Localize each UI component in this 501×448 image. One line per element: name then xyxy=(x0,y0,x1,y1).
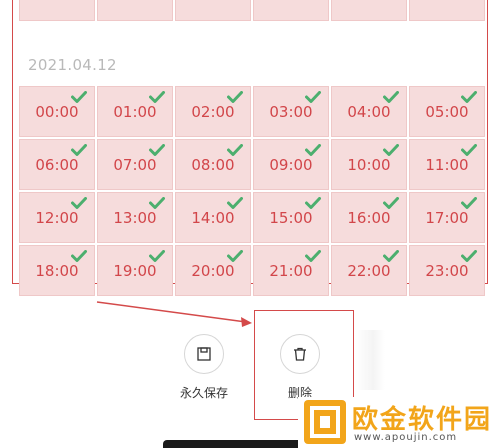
watermark-title: 欧金软件园 xyxy=(352,405,493,435)
save-icon xyxy=(184,334,224,374)
save-permanent-label: 永久保存 xyxy=(179,386,228,400)
watermark-subtitle: www.apoujin.com xyxy=(354,432,458,443)
watermark-logo xyxy=(304,400,346,444)
save-permanent-button[interactable]: 永久保存 xyxy=(164,334,244,401)
annotation-arrow xyxy=(96,301,252,327)
more-actions-fade xyxy=(355,330,385,390)
watermark: 欧金软件园 www.apoujin.com xyxy=(298,397,501,448)
